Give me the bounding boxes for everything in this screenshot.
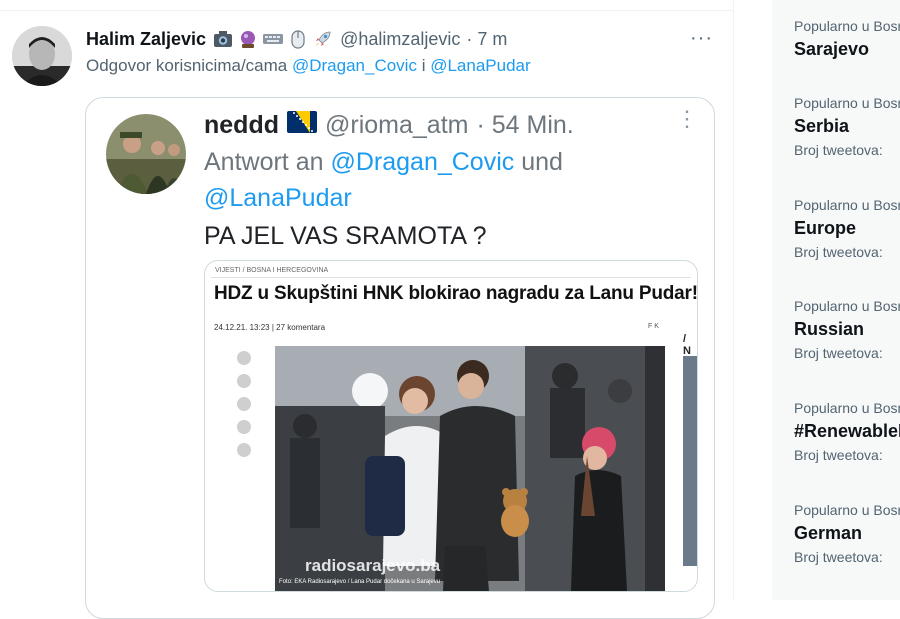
trend-name: Europe <box>794 218 857 238</box>
author-avatar[interactable] <box>12 26 72 86</box>
messenger-icon <box>237 420 251 434</box>
trend-category: Popularno u Bosni i Hercegovini <box>794 298 900 314</box>
quoted-author-avatar[interactable] <box>106 114 186 194</box>
trend-name: German <box>794 523 863 543</box>
article-divider <box>211 277 691 278</box>
article-side-label: / N <box>683 333 691 357</box>
trends-sidebar: Popularno u Bosni i Hercegovini Sarajevo… <box>772 0 900 600</box>
trend-name: Serbia <box>794 116 850 136</box>
trend-category: Popularno u Bosni i Hercegovini <box>794 95 900 111</box>
trend-count: Broj tweetova: <box>794 549 883 565</box>
quoted-reply-context: Antwort an @Dragan_Covic und @LanaPudar <box>204 144 684 216</box>
rocket-icon <box>312 29 334 49</box>
trend-name: #RenewableEnergy <box>794 421 900 441</box>
twitter-icon <box>237 374 251 388</box>
quoted-mention-dragan[interactable]: @Dragan_Covic <box>330 148 514 176</box>
quoted-reply-join: und <box>521 148 563 176</box>
quoted-time[interactable]: · 54 Min. <box>476 111 573 140</box>
tweet-time[interactable]: · 7 m <box>466 29 507 50</box>
bosnia-flag-icon <box>287 111 317 140</box>
article-photo-credit: Foto: EKA Radiosarajevo / Lana Pudar doč… <box>279 579 441 585</box>
more-options-icon[interactable]: ··· <box>690 27 713 50</box>
mouse-icon <box>287 29 309 49</box>
trend-category: Popularno u Bosni i Hercegovini <box>794 197 900 213</box>
reply-mention-lana[interactable]: @LanaPudar <box>430 56 530 75</box>
trend-item[interactable]: Popularno u Bosni i Hercegovini Europe B… <box>794 195 900 263</box>
article-share-bar <box>237 351 251 457</box>
trend-item[interactable]: Popularno u Bosni i Hercegovini #Renewab… <box>794 398 900 466</box>
trend-item[interactable]: Popularno u Bosni i Hercegovini German B… <box>794 500 900 568</box>
quoted-mention-lana[interactable]: @LanaPudar <box>204 184 352 212</box>
name-emojis <box>212 29 334 49</box>
trend-category: Popularno u Bosni i Hercegovini <box>794 18 900 34</box>
reply-prefix: Odgovor korisnicima/cama <box>86 56 288 75</box>
reply-context: Odgovor korisnicima/cama @Dragan_Covic i… <box>86 56 531 76</box>
trend-item[interactable]: Popularno u Bosni i Hercegovini Sarajevo <box>794 16 900 62</box>
quoted-more-icon[interactable]: ⋮ <box>676 106 698 132</box>
trend-count: Broj tweetova: <box>794 345 883 361</box>
reply-mention-dragan[interactable]: @Dragan_Covic <box>292 56 417 75</box>
quoted-tweet[interactable]: neddd @rioma_atm · 54 Min. ⋮ Antwort an … <box>85 97 715 619</box>
article-meta: 24.12.21. 13:23 | 27 komentara <box>214 323 326 332</box>
reply-join: i <box>421 56 426 75</box>
article-breadcrumb: VIJESTI / BOSNA I HERCEGOVINA <box>215 267 329 274</box>
trend-category: Popularno u Bosni i Hercegovini <box>794 502 900 518</box>
crystal-ball-icon <box>237 29 259 49</box>
trend-count: Broj tweetova: <box>794 142 883 158</box>
trend-count: Broj tweetova: <box>794 447 883 463</box>
tweet-header: Halim Zaljevic @halimzaljevic · 7 m <box>86 26 507 52</box>
trend-name: Russian <box>794 319 865 339</box>
trend-item[interactable]: Popularno u Bosni i Hercegovini Russian … <box>794 296 900 364</box>
article-meta-right: F K <box>648 323 659 330</box>
trend-name: Sarajevo <box>794 39 870 59</box>
mail-icon <box>237 397 251 411</box>
quoted-handle[interactable]: @rioma_atm <box>325 111 468 140</box>
column-gap <box>734 0 772 600</box>
quoted-header: neddd @rioma_atm · 54 Min. <box>204 111 574 140</box>
article-title: HDZ u Skupštini HNK blokirao nagradu za … <box>214 283 698 304</box>
article-watermark: radiosarajevo.ba <box>305 556 441 575</box>
facebook-icon <box>237 351 251 365</box>
camera-icon <box>212 29 234 49</box>
viber-icon <box>237 443 251 457</box>
keyboard-icon <box>262 29 284 49</box>
trend-count: Broj tweetova: <box>794 244 883 260</box>
quoted-reply-prefix: Antwort an <box>204 148 324 176</box>
author-handle[interactable]: @halimzaljevic <box>340 29 460 50</box>
quoted-tweet-text: PA JEL VAS SRAMOTA ? <box>204 222 487 250</box>
trend-item[interactable]: Popularno u Bosni i Hercegovini Serbia B… <box>794 93 900 161</box>
top-divider <box>0 0 733 11</box>
quoted-author-name[interactable]: neddd <box>204 111 279 140</box>
trend-category: Popularno u Bosni i Hercegovini <box>794 400 900 416</box>
article-photo <box>275 346 665 591</box>
timeline: Halim Zaljevic @halimzaljevic · 7 m ··· … <box>0 0 733 619</box>
author-name[interactable]: Halim Zaljevic <box>86 29 206 50</box>
article-screenshot[interactable]: VIJESTI / BOSNA I HERCEGOVINA HDZ u Skup… <box>204 260 698 592</box>
article-side-image <box>683 356 697 566</box>
